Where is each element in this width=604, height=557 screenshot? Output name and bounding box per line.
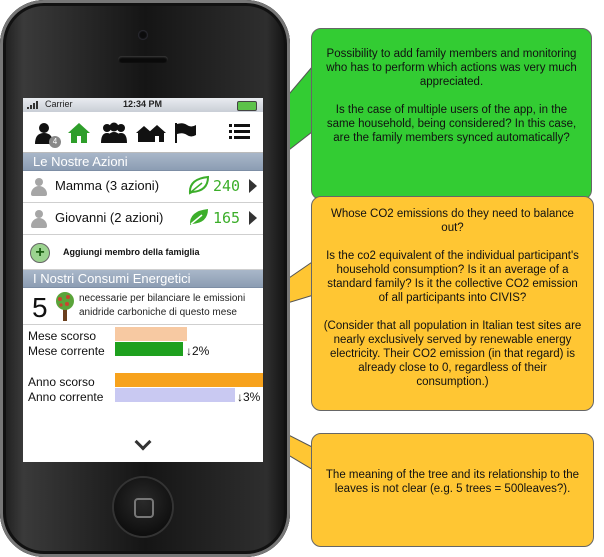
callout-text: The meaning of the tree and its relation… [325,469,580,495]
consumption-section-header: I Nostri Consumi Energetici [23,270,263,288]
tree-icon [56,292,74,321]
previous-month-bar [115,327,187,341]
signal-icon [27,101,41,111]
add-family-member-row[interactable]: + Aggiungi membro della famiglia [23,235,263,270]
month-change: ↓2% [186,344,210,358]
chevron-down-icon[interactable] [134,433,152,451]
callout-text: Is the case of multiple users of the app… [326,104,577,144]
leaf-icon [189,209,208,225]
row-arrow-icon [249,211,257,225]
current-month-label: Mese corrente [28,344,105,358]
tree-description: necessarie per bilanciare le emissioni a… [79,293,246,318]
row-arrow-icon [249,179,257,193]
add-member-label[interactable]: Aggiungi membro della famiglia [63,247,200,257]
tree-equivalent-row: 5 necessarie per bilanciare le emissioni… [23,288,263,325]
clock: 12:34 PM [123,99,163,109]
battery-icon [237,101,257,111]
phone-frame: Carrier 12:34 PM 4 Le Nostre Azioni Mamm… [0,0,290,557]
family-member-row[interactable]: Mamma (3 azioni) 240 [23,171,263,203]
home-button[interactable] [114,478,172,536]
status-bar: Carrier 12:34 PM [23,98,263,112]
neighborhood-icon[interactable] [136,122,166,148]
person-icon [31,210,47,228]
green-callout: Possibility to add family members and mo… [311,28,592,200]
orange-callout-tree: The meaning of the tree and its relation… [311,433,594,547]
current-year-bar [115,388,235,402]
menu-icon[interactable] [229,122,251,146]
callout-text: Possibility to add family members and mo… [326,48,577,88]
actions-section-header: Le Nostre Azioni [23,153,263,171]
tree-count: 5 [32,292,48,323]
leaf-icon [188,175,210,195]
member-count-badge: 4 [49,136,61,148]
member-score: 165 [213,209,241,227]
year-comparison: Anno scorso Anno corrente ↓3% [23,371,263,411]
front-camera [138,30,148,40]
member-score: 240 [213,177,241,195]
orange-callout-emissions: Whose CO2 emissions do they need to bala… [311,196,594,411]
previous-year-bar [115,373,263,387]
member-name: Giovanni (2 azioni) [55,210,164,225]
group-icon[interactable] [101,122,127,148]
month-comparison: Mese scorso Mese corrente ↓2% [23,325,263,365]
add-icon[interactable]: + [30,243,50,263]
callout-text: Is the co2 equivalent of the individual … [326,250,579,304]
callout-text: Whose CO2 emissions do they need to bala… [331,208,574,234]
flag-icon[interactable] [173,122,197,148]
toolbar: 4 [23,112,263,153]
year-change: ↓3% [237,390,261,404]
family-member-row[interactable]: Giovanni (2 azioni) 165 [23,203,263,235]
callout-text: (Consider that all population in Italian… [323,320,582,388]
previous-year-label: Anno scorso [28,375,95,389]
earpiece-speaker [118,56,168,63]
person-icon [31,178,47,196]
member-name: Mamma (3 azioni) [55,178,160,193]
app-screen: Carrier 12:34 PM 4 Le Nostre Azioni Mamm… [23,98,263,462]
previous-month-label: Mese scorso [28,329,97,343]
current-year-label: Anno corrente [28,390,104,404]
home-icon[interactable] [67,122,91,148]
carrier-label: Carrier [45,99,73,109]
current-month-bar [115,342,183,356]
